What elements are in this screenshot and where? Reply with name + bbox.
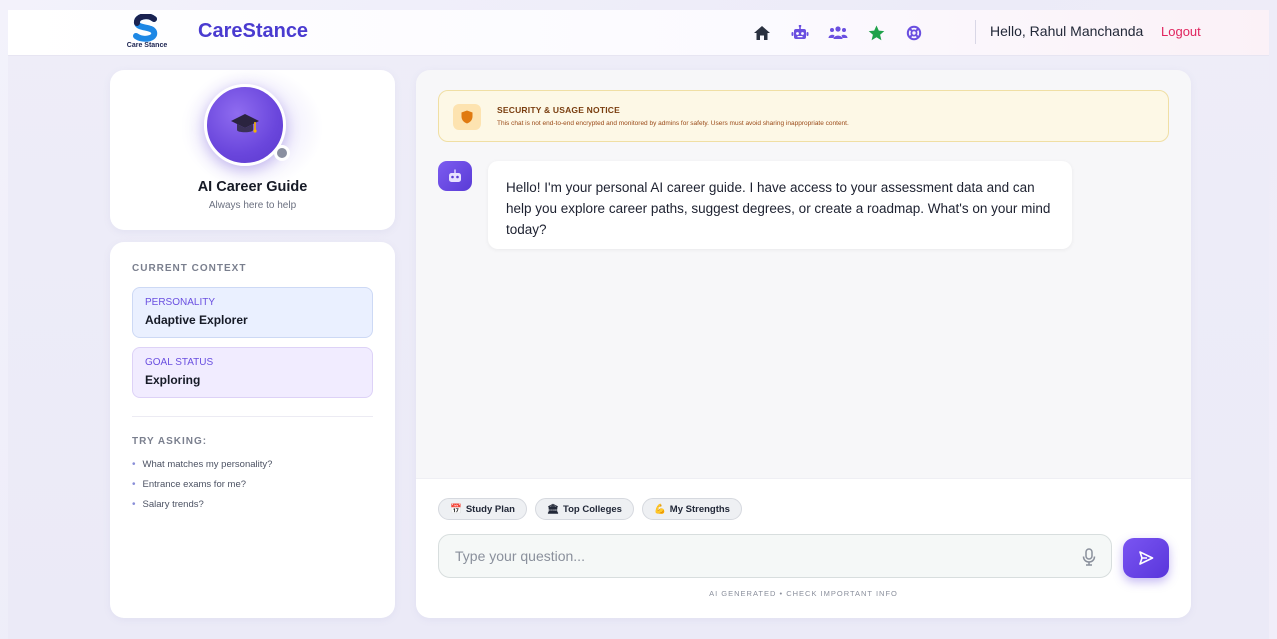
suggestion-item[interactable]: Entrance exams for me? (132, 474, 272, 494)
personality-label: PERSONALITY (145, 297, 216, 308)
robot-icon (449, 169, 461, 182)
muscle-icon: 💪 (653, 503, 666, 515)
logo-swirl-icon (133, 14, 158, 42)
goal-status-box: GOAL STATUS Exploring (132, 347, 373, 398)
logout-link[interactable]: Logout (1161, 24, 1201, 39)
logo[interactable]: Care Stance (118, 14, 176, 54)
chip-label: Study Plan (465, 503, 515, 515)
personality-box: PERSONALITY Adaptive Explorer (132, 287, 373, 338)
chat-panel: SECURITY & USAGE NOTICE This chat is not… (416, 70, 1191, 618)
send-icon (1139, 551, 1154, 565)
send-button[interactable] (1123, 538, 1169, 578)
profile-name: AI Career Guide (197, 179, 308, 195)
bot-avatar (438, 161, 472, 191)
home-icon[interactable] (743, 21, 781, 45)
chip-top-colleges[interactable]: 🏛 Top Colleges (534, 498, 634, 520)
notice-title: SECURITY & USAGE NOTICE (497, 105, 620, 115)
chip-label: Top Colleges (563, 503, 622, 515)
suggestion-item[interactable]: What matches my personality? (132, 454, 273, 474)
composer: 📅 Study Plan 🏛 Top Colleges 💪 My Strengt… (416, 478, 1191, 618)
suggestion-list: What matches my personality? Entrance ex… (132, 454, 273, 514)
current-context-label: CURRENT CONTEXT (132, 263, 247, 274)
user-greeting: Hello, Rahul Manchanda (990, 23, 1144, 39)
ai-disclaimer: AI GENERATED • CHECK IMPORTANT INFO (709, 589, 898, 598)
shield-icon (461, 110, 473, 124)
microphone-icon[interactable] (1079, 547, 1099, 567)
calendar-icon: 📅 (450, 503, 462, 515)
quick-chips: 📅 Study Plan 🏛 Top Colleges 💪 My Strengt… (438, 498, 742, 520)
goal-status-value: Exploring (145, 373, 201, 387)
goal-status-label: GOAL STATUS (145, 357, 214, 368)
users-icon[interactable] (819, 21, 857, 45)
bot-message: Hello! I'm your personal AI career guide… (488, 161, 1072, 249)
robot-icon[interactable] (781, 21, 819, 45)
chip-study-plan[interactable]: 📅 Study Plan (438, 498, 527, 520)
suggestion-item[interactable]: Salary trends? (132, 494, 272, 514)
logo-caption: Care Stance (126, 42, 168, 49)
notice-icon-box (453, 104, 481, 130)
nav-divider (975, 20, 976, 44)
graduation-cap-icon (231, 114, 259, 133)
message-input-wrap (438, 534, 1112, 578)
chip-label: My Strengths (669, 503, 730, 515)
nav-icons (743, 21, 933, 45)
security-notice: SECURITY & USAGE NOTICE This chat is not… (438, 90, 1169, 142)
personality-value: Adaptive Explorer (145, 313, 248, 327)
profile-subtitle: Always here to help (208, 200, 297, 211)
building-icon: 🏛 (546, 503, 559, 515)
context-divider (132, 416, 373, 417)
star-icon[interactable] (857, 21, 895, 45)
chip-my-strengths[interactable]: 💪 My Strengths (641, 498, 742, 520)
notice-text: This chat is not end-to-end encrypted an… (497, 120, 849, 127)
status-dot (274, 145, 290, 161)
try-asking-label: TRY ASKING: (132, 436, 208, 447)
context-card: CURRENT CONTEXT PERSONALITY Adaptive Exp… (110, 242, 395, 618)
profile-card: AI Career Guide Always here to help (110, 68, 395, 230)
top-navbar: Care Stance CareStance Hello, Rahul Manc… (8, 10, 1269, 56)
support-icon[interactable] (895, 21, 933, 45)
message-input[interactable] (455, 535, 1065, 577)
brand-name[interactable]: CareStance (198, 20, 308, 43)
